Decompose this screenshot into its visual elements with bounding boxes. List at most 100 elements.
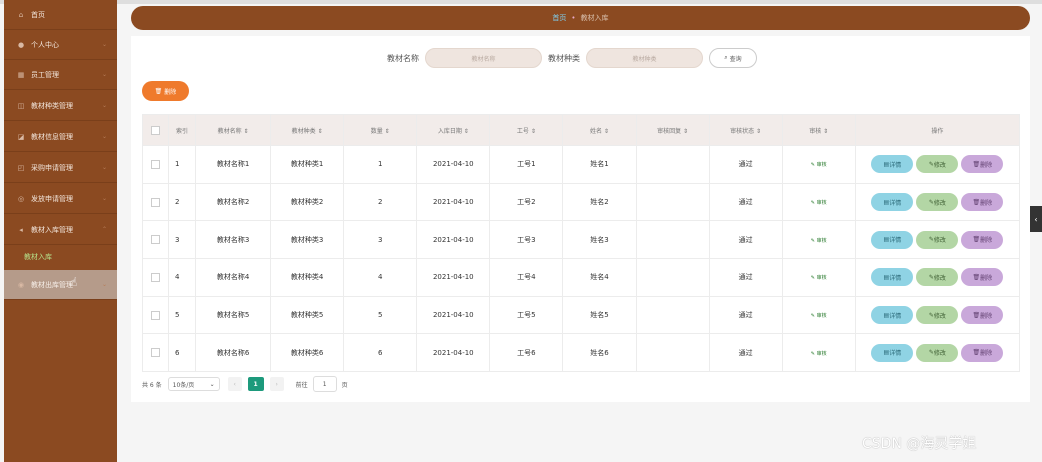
audit-link[interactable]: ✎ 审核 <box>811 200 827 206</box>
sidebar-item-purchase[interactable]: ◰ 采购申请管理 ⌄ <box>4 153 117 183</box>
detail-button[interactable]: ▤ 详情 <box>871 193 914 212</box>
sidebar-item-profile[interactable]: ● 个人中心 ⌄ <box>4 30 117 60</box>
next-page-button[interactable]: › <box>269 377 284 391</box>
sidebar-item-distribution[interactable]: ◎ 发放申请管理 ⌄ <box>4 184 117 214</box>
name-search-input[interactable]: 教材名称 <box>425 48 542 68</box>
sidebar-item-book-info[interactable]: ◪ 教材信息管理 ⌄ <box>4 122 117 152</box>
cell-reply <box>635 333 710 373</box>
search-name-label: 教材名称 <box>387 53 419 63</box>
breadcrumb-home[interactable]: 首页 <box>552 13 566 23</box>
audit-cell: ✎ 审核 <box>781 145 856 184</box>
actions-cell: ▤ 详情 ✎ 修改 🗑 删除 <box>854 258 1021 297</box>
cell-status: 通过 <box>708 333 783 373</box>
cell-job-no: 工号3 <box>489 220 564 260</box>
delete-button[interactable]: 🗑 删除 <box>961 268 1004 287</box>
cell-index: 4 <box>168 258 197 297</box>
delete-button[interactable]: 🗑 删除 <box>961 230 1004 249</box>
table-row: 5 教材名称5 教材种类5 5 2021-04-10 工号5 姓名5 通过 ✎ 审核 ▤ 详情 ✎ … <box>141 295 1021 335</box>
delete-button[interactable]: 🗑 删除 <box>961 343 1004 362</box>
cell-index: 1 <box>168 145 197 184</box>
detail-button[interactable]: ▤ 详情 <box>871 230 914 249</box>
column-header[interactable]: 入库日期 ⇕ <box>416 114 491 146</box>
trash-icon: 🗑 <box>972 160 981 168</box>
sidebar-item-label: 员工管理 <box>31 70 59 79</box>
sidebar-item-staff[interactable]: ▦ 员工管理 ⌄ <box>4 60 117 90</box>
content-card: 教材名称 教材名称 教材种类 教材种类 ⌕ 查询 🗑 删除 索引 教材名称 ⇕ … <box>131 36 1030 402</box>
cell-qty: 6 <box>343 333 418 373</box>
row-checkbox[interactable] <box>141 220 170 260</box>
outbound-icon: ◉ <box>17 280 25 289</box>
column-header[interactable]: 审核 ⇕ <box>781 114 856 146</box>
column-header[interactable]: 审核回复 ⇕ <box>635 114 710 146</box>
detail-button-label: 详情 <box>889 274 902 282</box>
goto-page-input[interactable]: 1 <box>312 376 337 392</box>
detail-button[interactable]: ▤ 详情 <box>871 343 914 362</box>
row-checkbox[interactable] <box>141 145 170 184</box>
sidebar-item-category[interactable]: ◫ 教材种类管理 ⌄ <box>4 91 117 121</box>
sidebar-item-outbound[interactable]: ◉ 教材出库管理 ⌄ <box>4 270 117 300</box>
cell-name: 教材名称2 <box>195 182 272 222</box>
audit-link[interactable]: ✎ 审核 <box>811 162 827 168</box>
type-search-input[interactable]: 教材种类 <box>586 48 703 68</box>
detail-button[interactable]: ▤ 详情 <box>871 268 914 287</box>
detail-button[interactable]: ▤ 详情 <box>871 155 914 174</box>
send-icon: ◎ <box>17 194 25 203</box>
cell-qty: 5 <box>343 295 418 335</box>
edit-button[interactable]: ✎ 修改 <box>916 306 959 325</box>
column-header[interactable]: 教材名称 ⇕ <box>195 114 272 146</box>
breadcrumb-current: 教材入库 <box>580 14 609 22</box>
trash-icon: 🗑 <box>972 349 981 357</box>
chevron-down-icon: ⌄ <box>101 281 107 288</box>
edit-button[interactable]: ✎ 修改 <box>916 193 959 212</box>
cell-date: 2021-04-10 <box>416 295 491 335</box>
page-number-current[interactable]: 1 <box>247 377 264 391</box>
edit-button[interactable]: ✎ 修改 <box>916 268 959 287</box>
delete-button[interactable]: 🗑 删除 <box>961 193 1004 212</box>
sidebar-item-home[interactable]: ⌂ 首页 <box>4 0 117 30</box>
column-header[interactable]: 教材种类 ⇕ <box>270 114 345 146</box>
edit-button[interactable]: ✎ 修改 <box>916 155 959 174</box>
cell-date: 2021-04-10 <box>416 258 491 297</box>
column-header[interactable]: 数量 ⇕ <box>343 114 418 146</box>
batch-delete-label: 删除 <box>164 88 177 96</box>
total-count: 共 6 条 <box>142 381 162 389</box>
cell-status: 通过 <box>708 220 783 260</box>
column-header[interactable]: 审核状态 ⇕ <box>708 114 783 146</box>
sidebar-subitem-inbound[interactable]: 教材入库 <box>4 246 117 268</box>
column-header[interactable]: 姓名 ⇕ <box>562 114 637 146</box>
audit-link[interactable]: ✎ 审核 <box>811 313 827 319</box>
table-row: 1 教材名称1 教材种类1 1 2021-04-10 工号1 姓名1 通过 ✎ 审核 ▤ 详情 ✎ … <box>141 145 1021 184</box>
cell-qty: 1 <box>343 145 418 184</box>
select-all-checkbox[interactable] <box>141 114 170 146</box>
detail-button-label: 详情 <box>889 199 902 207</box>
audit-link[interactable]: ✎ 审核 <box>811 238 827 244</box>
cell-person: 姓名5 <box>562 295 637 335</box>
sidebar-item-inbound[interactable]: ◂ 教材入库管理 ⌃ <box>4 215 117 245</box>
cell-type: 教材种类2 <box>270 182 345 222</box>
trash-icon: 🗑 <box>972 198 981 206</box>
row-checkbox[interactable] <box>141 258 170 297</box>
sidebar-item-label: 发放申请管理 <box>31 194 73 203</box>
collapse-panel-tab[interactable]: ‹ <box>1030 206 1042 232</box>
page-size-select[interactable]: 10条/页 ⌄ <box>167 377 220 391</box>
delete-button-label: 删除 <box>980 274 993 282</box>
row-checkbox[interactable] <box>141 182 170 222</box>
query-button[interactable]: ⌕ 查询 <box>709 48 757 68</box>
row-checkbox[interactable] <box>141 333 170 373</box>
audit-cell: ✎ 审核 <box>781 220 856 260</box>
delete-button[interactable]: 🗑 删除 <box>961 306 1004 325</box>
query-button-label: 查询 <box>729 55 742 63</box>
detail-button-label: 详情 <box>889 312 902 320</box>
prev-page-button[interactable]: ‹ <box>227 377 242 391</box>
audit-link[interactable]: ✎ 审核 <box>811 351 827 357</box>
audit-link[interactable]: ✎ 审核 <box>811 275 827 281</box>
edit-button[interactable]: ✎ 修改 <box>916 343 959 362</box>
row-checkbox[interactable] <box>141 295 170 335</box>
column-header[interactable]: 工号 ⇕ <box>489 114 564 146</box>
edit-button[interactable]: ✎ 修改 <box>916 230 959 249</box>
trash-icon: 🗑 <box>972 236 981 244</box>
delete-button[interactable]: 🗑 删除 <box>961 155 1004 174</box>
batch-delete-button[interactable]: 🗑 删除 <box>142 81 189 101</box>
sidebar-item-label: 教材出库管理 <box>31 280 73 289</box>
detail-button[interactable]: ▤ 详情 <box>871 306 914 325</box>
